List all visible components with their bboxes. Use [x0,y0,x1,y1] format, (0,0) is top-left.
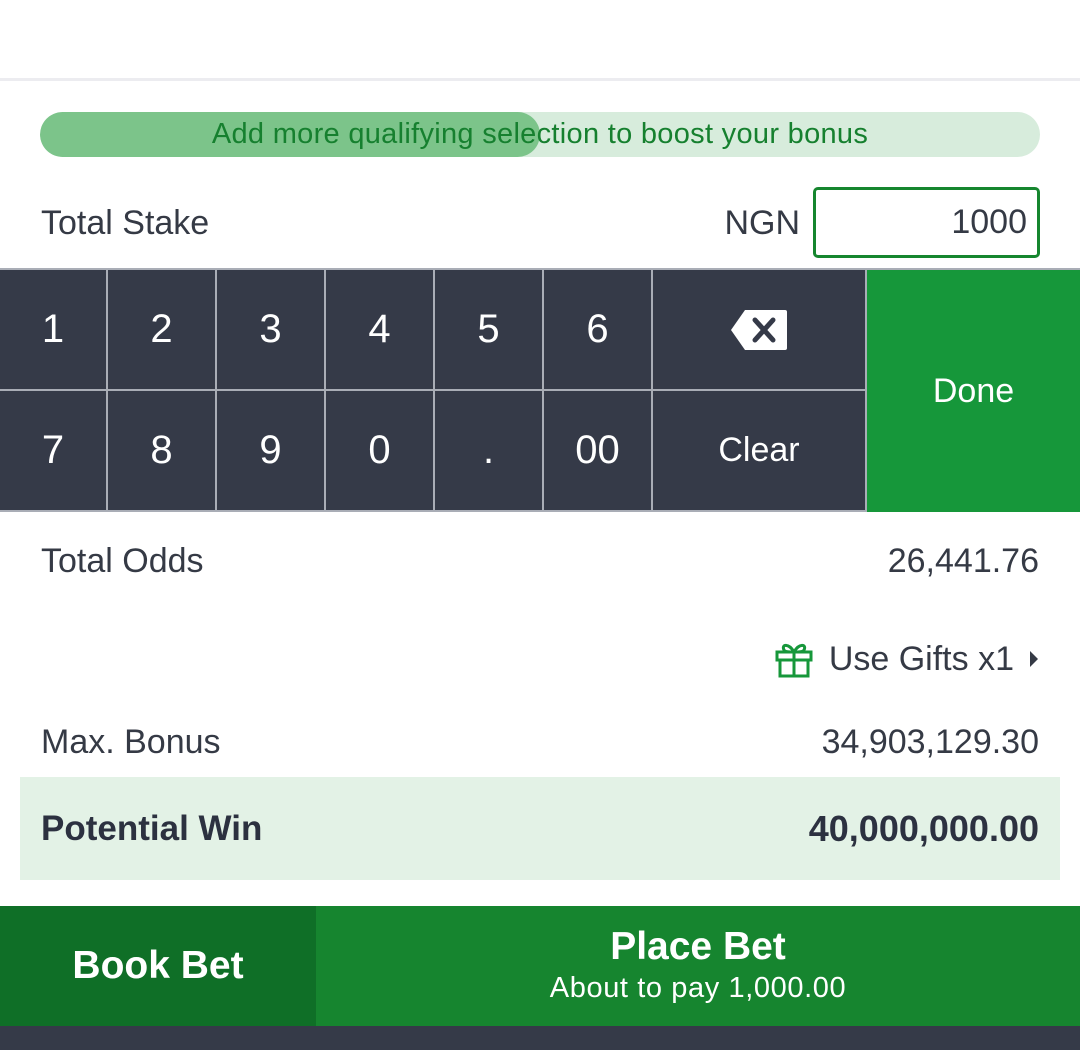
total-odds-row: Total Odds 26,441.76 [0,542,1080,584]
use-gifts-link[interactable]: Use Gifts x1 [773,637,1040,681]
place-bet-button[interactable]: Place Bet About to pay 1,000.00 [316,906,1080,1026]
bonus-progress-bar: Add more qualifying selection to boost y… [40,112,1040,157]
key-4[interactable]: 4 [326,270,433,389]
top-header-area [0,0,1080,78]
potential-win-label: Potential Win [41,809,263,848]
clear-key[interactable]: Clear [653,391,865,510]
header-divider [0,78,1080,81]
total-odds-label: Total Odds [41,542,204,580]
numeric-keypad: 1 2 3 4 5 6 7 8 9 0 . 00 Clear Done [0,268,1080,512]
key-double-zero[interactable]: 00 [544,391,651,510]
key-1[interactable]: 1 [0,270,106,389]
backspace-key[interactable] [653,270,865,389]
currency-label: NGN [724,204,800,242]
potential-win-value: 40,000,000.00 [808,808,1039,849]
gift-icon [775,643,813,678]
place-bet-label: Place Bet [610,925,786,968]
key-decimal[interactable]: . [435,391,542,510]
stake-amount-input[interactable] [813,187,1040,258]
total-odds-value: 26,441.76 [887,542,1039,580]
key-7[interactable]: 7 [0,391,106,510]
bottom-bar [0,1026,1080,1050]
backspace-icon [731,309,787,350]
done-button[interactable]: Done [867,270,1080,512]
total-stake-label: Total Stake [41,204,210,242]
key-8[interactable]: 8 [108,391,215,510]
book-bet-button[interactable]: Book Bet [0,906,316,1026]
max-bonus-label: Max. Bonus [41,723,221,761]
bonus-progress-message: Add more qualifying selection to boost y… [211,118,869,150]
chevron-right-icon [1030,651,1038,667]
key-0[interactable]: 0 [326,391,433,510]
key-3[interactable]: 3 [217,270,324,389]
place-bet-amount: About to pay 1,000.00 [549,972,847,1004]
key-9[interactable]: 9 [217,391,324,510]
use-gifts-label: Use Gifts x1 [828,639,1014,678]
potential-win-panel: Potential Win 40,000,000.00 [20,777,1060,880]
max-bonus-row: Max. Bonus 34,903,129.30 [0,723,1080,765]
key-2[interactable]: 2 [108,270,215,389]
key-5[interactable]: 5 [435,270,542,389]
key-6[interactable]: 6 [544,270,651,389]
max-bonus-value: 34,903,129.30 [821,723,1039,761]
total-stake-row: Total Stake NGN [0,187,1080,259]
